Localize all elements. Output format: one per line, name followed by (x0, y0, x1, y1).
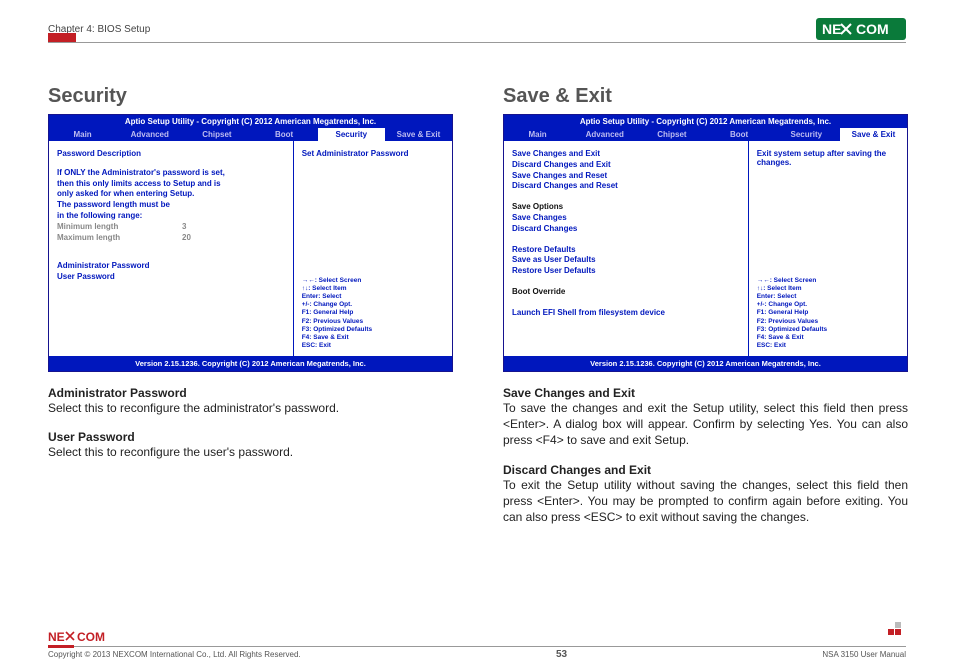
tab-chipset[interactable]: Chipset (183, 128, 250, 141)
page-header: Chapter 4: BIOS Setup NE COM (48, 18, 906, 43)
svg-text:COM: COM (856, 21, 889, 37)
tab-advanced[interactable]: Advanced (571, 128, 638, 141)
help-line: →←: Select Screen (757, 277, 899, 285)
help-line: Enter: Select (302, 293, 444, 301)
pw-desc-l1: If ONLY the Administrator's password is … (57, 168, 285, 179)
bios-help-keys: →←: Select Screen ↑↓: Select Item Enter:… (757, 277, 899, 350)
desc-text: Select this to reconfigure the administr… (48, 400, 453, 416)
bios-window-save-exit: Aptio Setup Utility - Copyright (C) 2012… (503, 114, 908, 372)
tab-chipset[interactable]: Chipset (638, 128, 705, 141)
red-accent-tab (48, 33, 76, 42)
help-line: F2: Previous Values (302, 318, 444, 326)
desc-discard-changes-exit: Discard Changes and Exit To exit the Set… (503, 463, 908, 526)
bios-content-left: Save Changes and Exit Discard Changes an… (504, 141, 749, 356)
tab-main[interactable]: Main (504, 128, 571, 141)
help-line: ↑↓: Select Item (757, 285, 899, 293)
help-line: F1: General Help (302, 309, 444, 317)
min-length-value: 3 (182, 222, 186, 233)
tab-security[interactable]: Security (318, 128, 385, 141)
save-options-label: Save Options (512, 202, 740, 213)
left-column: Security Aptio Setup Utility - Copyright… (48, 85, 453, 525)
tab-boot[interactable]: Boot (706, 128, 773, 141)
section-title-security: Security (48, 85, 453, 108)
pw-desc-l2: then this only limits access to Setup an… (57, 179, 285, 190)
save-changes-and-exit[interactable]: Save Changes and Exit (512, 149, 740, 160)
bios-title-bar: Aptio Setup Utility - Copyright (C) 2012… (49, 115, 452, 128)
save-changes-and-reset[interactable]: Save Changes and Reset (512, 171, 740, 182)
tab-boot[interactable]: Boot (251, 128, 318, 141)
boot-override-label: Boot Override (512, 287, 740, 298)
restore-defaults[interactable]: Restore Defaults (512, 245, 740, 256)
help-line: F3: Optimized Defaults (302, 326, 444, 334)
max-length-value: 20 (182, 233, 191, 244)
page-footer: NE COM Copyright © 2013 NEXCOM Internati… (48, 630, 906, 660)
min-length-label: Minimum length (57, 222, 182, 233)
section-title-save-exit: Save & Exit (503, 85, 908, 108)
footer-copyright: Copyright © 2013 NEXCOM International Co… (48, 650, 301, 659)
save-changes[interactable]: Save Changes (512, 213, 740, 224)
desc-title: Administrator Password (48, 386, 453, 400)
help-line: Enter: Select (757, 293, 899, 301)
pw-desc-title: Password Description (57, 149, 285, 160)
help-line: +/-: Change Opt. (757, 301, 899, 309)
desc-title: Discard Changes and Exit (503, 463, 908, 477)
user-password-item[interactable]: User Password (57, 272, 285, 283)
bios-footer: Version 2.15.1236. Copyright (C) 2012 Am… (49, 356, 452, 371)
svg-text:NE: NE (822, 21, 841, 37)
footer-manual-name: NSA 3150 User Manual (822, 650, 906, 659)
help-line: F1: General Help (757, 309, 899, 317)
footer-page-number: 53 (556, 649, 567, 660)
desc-text: Select this to reconfigure the user's pa… (48, 444, 453, 460)
launch-efi-shell[interactable]: Launch EFI Shell from filesystem device (512, 308, 740, 319)
desc-title: User Password (48, 430, 453, 444)
help-line: ↑↓: Select Item (302, 285, 444, 293)
svg-text:COM: COM (77, 630, 105, 644)
bios-help-top: Set Administrator Password (302, 149, 444, 158)
help-line: +/-: Change Opt. (302, 301, 444, 309)
help-line: F4: Save & Exit (757, 334, 899, 342)
bios-help-keys: →←: Select Screen ↑↓: Select Item Enter:… (302, 277, 444, 350)
bios-window-security: Aptio Setup Utility - Copyright (C) 2012… (48, 114, 453, 372)
svg-text:NE: NE (48, 630, 65, 644)
restore-user-defaults[interactable]: Restore User Defaults (512, 266, 740, 277)
bios-tab-bar: Main Advanced Chipset Boot Security Save… (504, 128, 907, 141)
max-length-label: Maximum length (57, 233, 182, 244)
help-line: F3: Optimized Defaults (757, 326, 899, 334)
desc-save-changes-exit: Save Changes and Exit To save the change… (503, 386, 908, 449)
help-line: ESC: Exit (757, 342, 899, 350)
tab-security[interactable]: Security (773, 128, 840, 141)
desc-text: To exit the Setup utility without saving… (503, 477, 908, 526)
bios-help-top: Exit system setup after saving the chang… (757, 149, 899, 167)
bios-help-pane: Exit system setup after saving the chang… (749, 141, 907, 356)
discard-changes-and-reset[interactable]: Discard Changes and Reset (512, 181, 740, 192)
help-line: ESC: Exit (302, 342, 444, 350)
footer-accent-icon (888, 622, 906, 636)
help-line: F2: Previous Values (757, 318, 899, 326)
bios-help-pane: Set Administrator Password →←: Select Sc… (294, 141, 452, 356)
pw-desc-l3: only asked for when entering Setup. (57, 189, 285, 200)
desc-user-password: User Password Select this to reconfigure… (48, 430, 453, 460)
save-user-defaults[interactable]: Save as User Defaults (512, 255, 740, 266)
pw-desc-l5: in the following range: (57, 211, 285, 222)
tab-save-exit[interactable]: Save & Exit (385, 128, 452, 141)
nexcom-footer-logo: NE COM (48, 630, 906, 644)
bios-title-bar: Aptio Setup Utility - Copyright (C) 2012… (504, 115, 907, 128)
help-line: F4: Save & Exit (302, 334, 444, 342)
desc-title: Save Changes and Exit (503, 386, 908, 400)
bios-footer: Version 2.15.1236. Copyright (C) 2012 Am… (504, 356, 907, 371)
tab-advanced[interactable]: Advanced (116, 128, 183, 141)
discard-changes-and-exit[interactable]: Discard Changes and Exit (512, 160, 740, 171)
tab-save-exit[interactable]: Save & Exit (840, 128, 907, 141)
help-line: →←: Select Screen (302, 277, 444, 285)
discard-changes[interactable]: Discard Changes (512, 224, 740, 235)
admin-password-item[interactable]: Administrator Password (57, 261, 285, 272)
bios-tab-bar: Main Advanced Chipset Boot Security Save… (49, 128, 452, 141)
desc-admin-password: Administrator Password Select this to re… (48, 386, 453, 416)
tab-main[interactable]: Main (49, 128, 116, 141)
right-column: Save & Exit Aptio Setup Utility - Copyri… (503, 85, 908, 525)
nexcom-logo: NE COM (816, 18, 906, 40)
desc-text: To save the changes and exit the Setup u… (503, 400, 908, 449)
pw-desc-l4: The password length must be (57, 200, 285, 211)
bios-content-left: Password Description If ONLY the Adminis… (49, 141, 294, 356)
